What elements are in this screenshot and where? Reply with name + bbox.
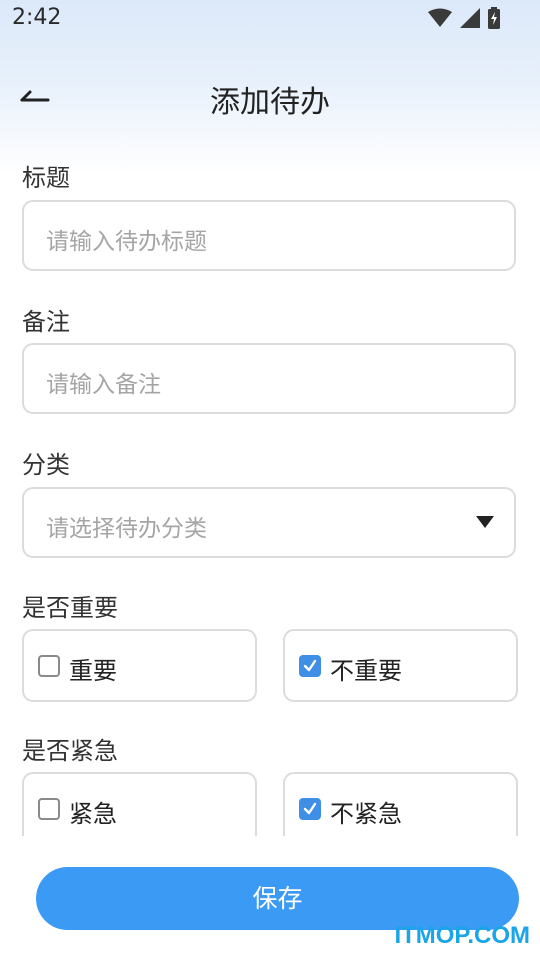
app-header: 添加待办 bbox=[0, 60, 540, 132]
page-title: 添加待办 bbox=[210, 85, 330, 120]
title-label: 标题 bbox=[22, 164, 70, 192]
urgent-option-no[interactable]: 不紧急 bbox=[283, 772, 518, 845]
signal-icon bbox=[460, 8, 480, 28]
checkbox-icon[interactable] bbox=[38, 655, 60, 677]
important-option-no[interactable]: 不重要 bbox=[283, 629, 518, 702]
category-label: 分类 bbox=[22, 451, 70, 479]
option-label: 不紧急 bbox=[330, 800, 402, 828]
category-select[interactable]: 请选择待办分类 bbox=[22, 487, 516, 558]
checked-checkbox-icon[interactable] bbox=[299, 655, 321, 677]
title-input[interactable]: 请输入待办标题 bbox=[22, 200, 516, 271]
note-label: 备注 bbox=[22, 308, 70, 336]
wifi-icon bbox=[428, 8, 452, 27]
note-placeholder: 请输入备注 bbox=[46, 372, 161, 398]
checkbox-icon[interactable] bbox=[38, 798, 60, 820]
status-bar: 2:42 bbox=[0, 0, 540, 38]
option-label: 不重要 bbox=[330, 657, 402, 685]
important-option-yes[interactable]: 重要 bbox=[22, 629, 257, 702]
important-label: 是否重要 bbox=[22, 594, 118, 622]
urgent-option-yes[interactable]: 紧急 bbox=[22, 772, 257, 845]
option-label: 重要 bbox=[69, 657, 117, 685]
watermark-logo: ITMOP.COM bbox=[394, 922, 530, 949]
dropdown-arrow-icon bbox=[476, 516, 494, 528]
status-icons bbox=[428, 7, 500, 29]
option-label: 紧急 bbox=[69, 800, 117, 828]
status-time: 2:42 bbox=[12, 5, 62, 30]
save-button[interactable]: 保存 bbox=[36, 867, 519, 930]
title-placeholder: 请输入待办标题 bbox=[46, 229, 207, 255]
note-input[interactable]: 请输入备注 bbox=[22, 343, 516, 414]
category-placeholder: 请选择待办分类 bbox=[46, 516, 207, 542]
battery-icon bbox=[488, 7, 500, 29]
urgent-label: 是否紧急 bbox=[22, 737, 118, 765]
checked-checkbox-icon[interactable] bbox=[299, 798, 321, 820]
